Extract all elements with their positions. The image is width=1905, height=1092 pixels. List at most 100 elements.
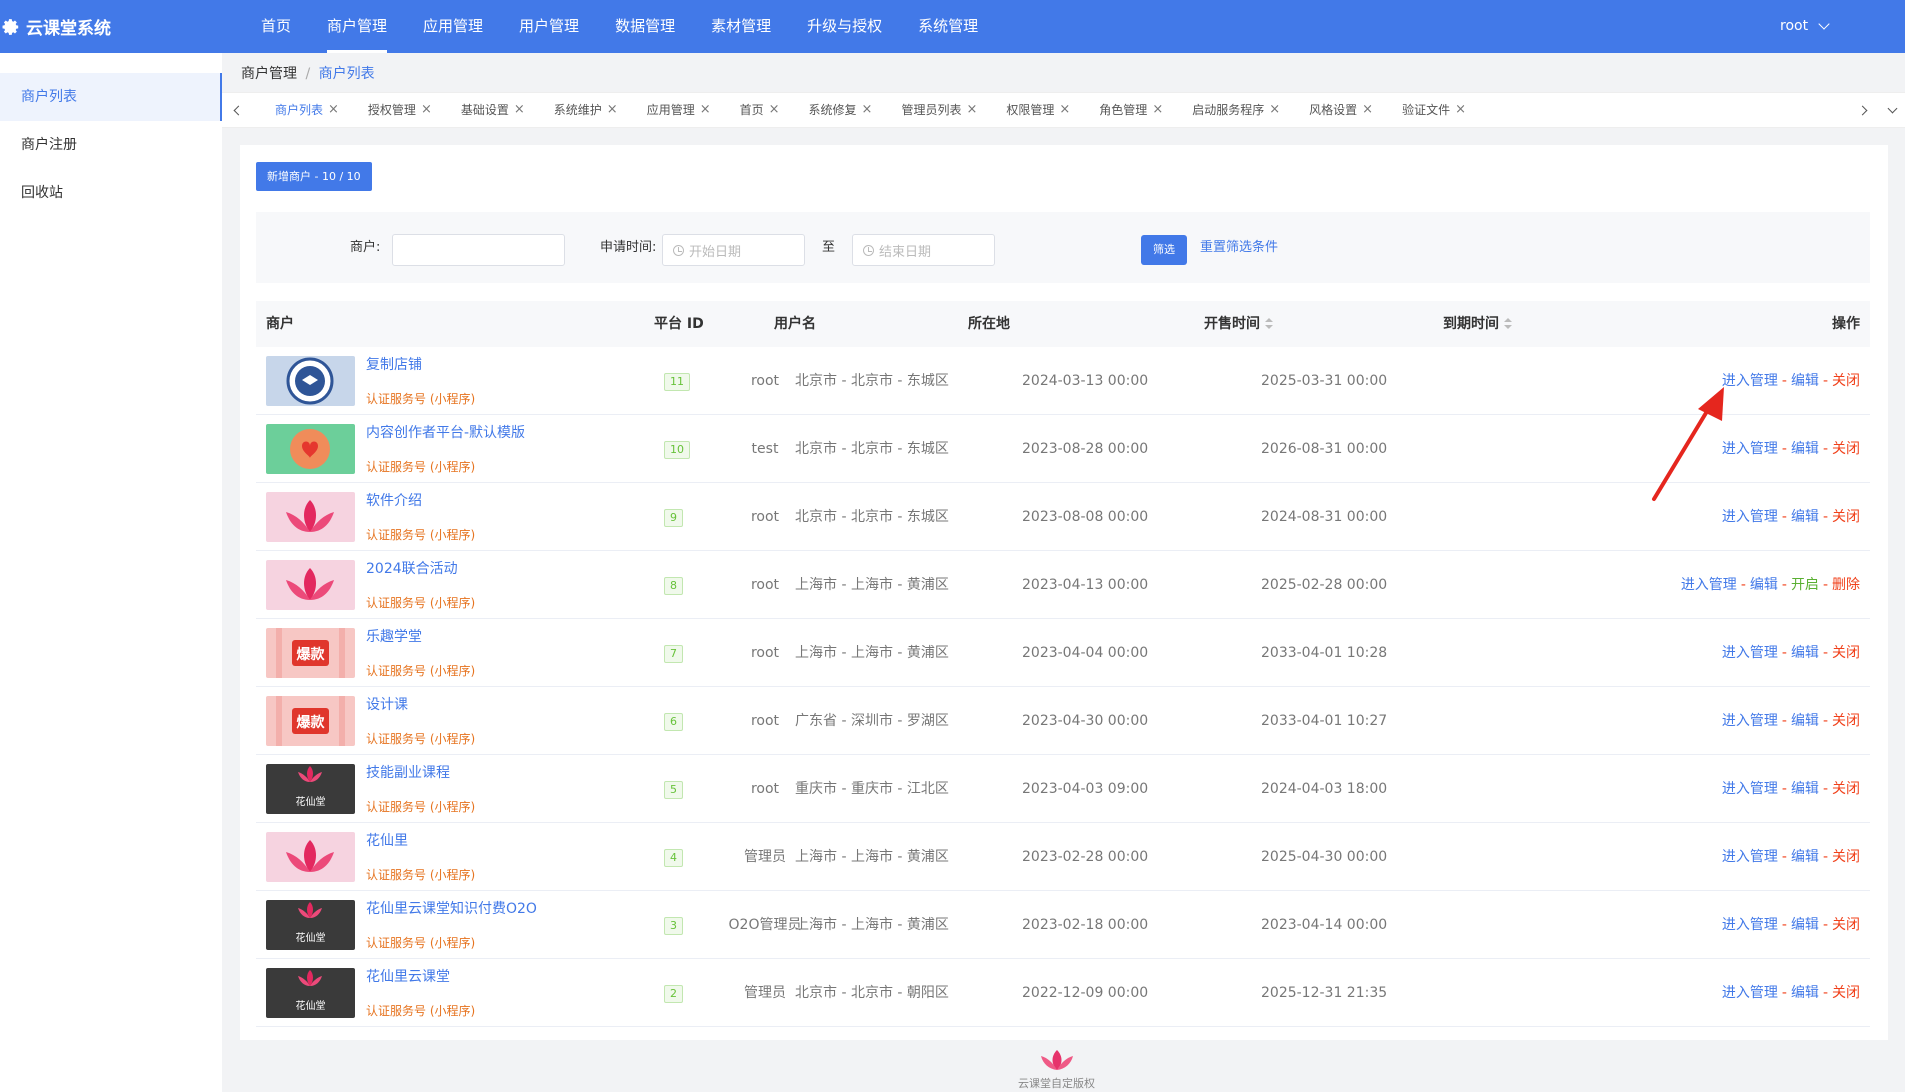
action-link[interactable]: 关闭	[1832, 373, 1860, 389]
tab[interactable]: 启动服务程序 ×	[1174, 93, 1291, 127]
action-link[interactable]: 关闭	[1832, 509, 1860, 525]
close-icon[interactable]: ×	[769, 93, 780, 127]
tab[interactable]: 授权管理 ×	[350, 93, 443, 127]
tab[interactable]: 角色管理 ×	[1081, 93, 1174, 127]
tab[interactable]: 管理员列表 ×	[883, 93, 988, 127]
merchant-name-link[interactable]: 内容创作者平台-默认模版	[366, 422, 525, 442]
action-link[interactable]: 编辑	[1791, 509, 1819, 525]
action-link[interactable]: 进入管理	[1722, 509, 1778, 525]
sort-icon[interactable]	[1265, 318, 1273, 330]
action-link[interactable]: 进入管理	[1722, 781, 1778, 797]
merchant-search-input[interactable]	[403, 242, 564, 258]
action-link[interactable]: 编辑	[1791, 849, 1819, 865]
tab[interactable]: 系统修复 ×	[791, 93, 884, 127]
topnav-item[interactable]: 数据管理	[597, 0, 693, 53]
merchant-name-link[interactable]: 花仙里云课堂	[366, 966, 450, 986]
merchant-name-link[interactable]: 花仙里	[366, 830, 408, 850]
breadcrumb-parent[interactable]: 商户管理	[241, 66, 297, 82]
action-link[interactable]: 编辑	[1791, 441, 1819, 457]
action-link[interactable]: 编辑	[1791, 917, 1819, 933]
tab[interactable]: 应用管理 ×	[629, 93, 722, 127]
action-link[interactable]: 进入管理	[1722, 849, 1778, 865]
action-link[interactable]: 进入管理	[1722, 985, 1778, 1001]
tab[interactable]: 验证文件 ×	[1384, 93, 1477, 127]
action-link[interactable]: 关闭	[1832, 441, 1860, 457]
action-link[interactable]: 关闭	[1832, 985, 1860, 1001]
merchant-name-link[interactable]: 复制店铺	[366, 354, 422, 374]
close-icon[interactable]: ×	[421, 93, 432, 127]
topnav-item[interactable]: 首页	[243, 0, 309, 53]
tab[interactable]: 系统维护 ×	[536, 93, 629, 127]
tab[interactable]: 商户列表 ×	[257, 93, 350, 127]
action-link[interactable]: 进入管理	[1681, 577, 1737, 593]
start-date-input[interactable]: 开始日期	[662, 234, 805, 266]
close-icon[interactable]: ×	[966, 93, 977, 127]
action-link[interactable]: 编辑	[1791, 645, 1819, 661]
action-separator: -	[1781, 985, 1787, 1001]
sort-icon[interactable]	[1504, 318, 1512, 330]
action-link[interactable]: 关闭	[1832, 917, 1860, 933]
header-start-time[interactable]: 开售时间	[1204, 301, 1273, 347]
topnav-item[interactable]: 用户管理	[501, 0, 597, 53]
merchant-name-link[interactable]: 软件介绍	[366, 490, 422, 510]
merchant-name-link[interactable]: 技能副业课程	[366, 762, 450, 782]
header-end-time[interactable]: 到期时间	[1443, 301, 1512, 347]
close-icon[interactable]: ×	[1152, 93, 1163, 127]
merchant-filter-field[interactable]	[392, 234, 565, 266]
action-link[interactable]: 关闭	[1832, 849, 1860, 865]
close-icon[interactable]: ×	[862, 93, 873, 127]
action-link[interactable]: 进入管理	[1722, 917, 1778, 933]
action-link[interactable]: 编辑	[1750, 577, 1778, 593]
close-icon[interactable]: ×	[328, 93, 339, 127]
app-logo[interactable]: 云课堂系统	[2, 0, 111, 53]
close-icon[interactable]: ×	[1269, 93, 1280, 127]
action-link[interactable]: 进入管理	[1722, 713, 1778, 729]
close-icon[interactable]: ×	[1362, 93, 1373, 127]
action-link[interactable]: 编辑	[1791, 713, 1819, 729]
action-link[interactable]: 关闭	[1832, 645, 1860, 661]
topnav-item[interactable]: 商户管理	[309, 0, 405, 53]
tabs-menu-button[interactable]	[1882, 93, 1902, 127]
svg-text:花仙堂: 花仙堂	[296, 999, 326, 1012]
reset-filter-link[interactable]: 重置筛选条件	[1200, 212, 1278, 283]
action-link[interactable]: 进入管理	[1722, 441, 1778, 457]
topnav-item[interactable]: 应用管理	[405, 0, 501, 53]
action-link[interactable]: 编辑	[1791, 781, 1819, 797]
close-icon[interactable]: ×	[1455, 93, 1466, 127]
user-menu[interactable]: root	[1780, 0, 1830, 53]
action-link[interactable]: 进入管理	[1722, 645, 1778, 661]
chevron-down-icon	[1818, 18, 1830, 30]
action-link[interactable]: 删除	[1832, 577, 1860, 593]
action-link[interactable]: 关闭	[1832, 713, 1860, 729]
merchant-name-link[interactable]: 花仙里云课堂知识付费O2O	[366, 898, 537, 918]
action-link[interactable]: 编辑	[1791, 985, 1819, 1001]
end-time-cell: 2025-02-28 00:00	[1261, 577, 1388, 593]
close-icon[interactable]: ×	[607, 93, 618, 127]
sidebar-item[interactable]: 回收站	[0, 169, 222, 217]
action-link[interactable]: 进入管理	[1722, 373, 1778, 389]
action-link[interactable]: 开启	[1791, 577, 1819, 593]
topnav-item[interactable]: 素材管理	[693, 0, 789, 53]
tab[interactable]: 风格设置 ×	[1291, 93, 1384, 127]
action-link[interactable]: 编辑	[1791, 373, 1819, 389]
filter-submit-button[interactable]: 筛选	[1141, 235, 1187, 265]
sidebar-item[interactable]: 商户列表	[0, 73, 222, 121]
table-row: 花仙里 认证服务号 (小程序) 4 管理员 上海市 - 上海市 - 黄浦区 2023-02…	[256, 823, 1870, 891]
close-icon[interactable]: ×	[700, 93, 711, 127]
tabs-scroll-right-button[interactable]	[1852, 93, 1872, 127]
topnav-item[interactable]: 系统管理	[900, 0, 996, 53]
close-icon[interactable]: ×	[514, 93, 525, 127]
close-icon[interactable]: ×	[1059, 93, 1070, 127]
add-merchant-button[interactable]: 新增商户 - 10 / 10	[256, 162, 372, 191]
tab[interactable]: 首页 ×	[722, 93, 791, 127]
tab[interactable]: 基础设置 ×	[443, 93, 536, 127]
action-link[interactable]: 关闭	[1832, 781, 1860, 797]
sidebar-item[interactable]: 商户注册	[0, 121, 222, 169]
topnav-item[interactable]: 升级与授权	[789, 0, 900, 53]
merchant-name-link[interactable]: 2024联合活动	[366, 558, 458, 578]
merchant-name-link[interactable]: 乐趣学堂	[366, 626, 422, 646]
end-date-input[interactable]: 结束日期	[852, 234, 995, 266]
merchant-name-link[interactable]: 设计课	[366, 694, 408, 714]
tab[interactable]: 权限管理 ×	[988, 93, 1081, 127]
tabs-scroll-left-button[interactable]	[228, 93, 248, 127]
